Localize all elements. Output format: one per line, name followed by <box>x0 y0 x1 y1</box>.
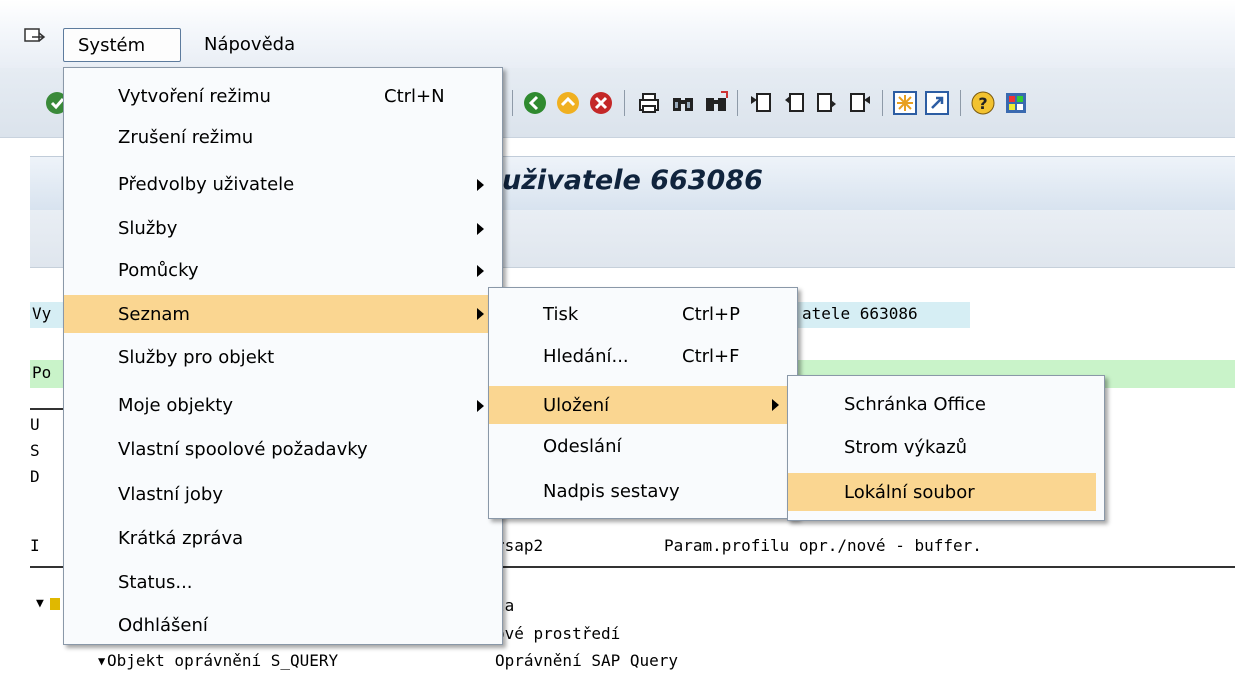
submenu-arrow-icon <box>772 399 779 411</box>
menu-item-label: Vlastní spoolové požadavky <box>118 439 368 460</box>
menu-item-own-jobs[interactable]: Vlastní joby <box>64 478 502 512</box>
menu-help-label: Nápověda <box>204 34 296 55</box>
menu-bar: Systém Nápověda <box>0 0 1235 68</box>
submenu-arrow-icon <box>477 400 484 412</box>
help-icon[interactable]: ? <box>970 90 996 116</box>
next-page-icon[interactable] <box>814 90 840 116</box>
report-green-left: Po <box>32 363 52 382</box>
find-icon[interactable] <box>670 90 696 116</box>
system-menu: Vytvoření režimu Ctrl+N Zrušení režimu P… <box>63 67 503 645</box>
shortcut-icon[interactable] <box>924 90 950 116</box>
menu-toggle-icon[interactable] <box>24 28 46 46</box>
back-icon[interactable] <box>522 90 548 116</box>
report-row-left: U <box>30 415 40 434</box>
menu-item-label: Krátká zpráva <box>118 528 244 549</box>
menu-item-label: Pomůcky <box>118 260 199 281</box>
menu-item-label: Odeslání <box>543 436 622 457</box>
menu-item-utilities[interactable]: Pomůcky <box>64 254 502 288</box>
menu-item-shortcut: Ctrl+F <box>682 346 740 367</box>
menu-item-shortcut: Ctrl+P <box>682 304 740 325</box>
menu-item-local-file[interactable]: Lokální soubor <box>788 473 1096 511</box>
report-row-left: I <box>30 536 40 555</box>
menu-item-status[interactable]: Status... <box>64 566 502 600</box>
tree-row3-left[interactable]: Objekt oprávnění S_QUERY <box>107 651 338 670</box>
exit-icon[interactable] <box>555 90 581 116</box>
menu-help[interactable]: Nápověda <box>190 28 309 62</box>
menu-item-list[interactable]: Seznam <box>64 295 502 333</box>
menu-item-services[interactable]: Služby <box>64 212 502 246</box>
menu-item-label: Uložení <box>543 395 610 416</box>
menu-item-own-objects[interactable]: Moje objekty <box>64 389 502 423</box>
svg-text:?: ? <box>978 94 987 113</box>
report-header-right: atele 663086 <box>802 304 918 323</box>
menu-item-label: Služby pro objekt <box>118 347 275 368</box>
menu-item-short-message[interactable]: Krátká zpráva <box>64 522 502 556</box>
menu-item-end-session[interactable]: Zrušení režimu <box>64 121 502 155</box>
menu-system[interactable]: Systém <box>63 28 181 62</box>
toolbar-separator <box>882 90 883 116</box>
find-next-icon[interactable] <box>703 90 729 116</box>
menu-item-user-profile[interactable]: Předvolby uživatele <box>64 168 502 202</box>
toolbar-separator <box>624 90 625 116</box>
expand-tree-icon[interactable]: ▼ <box>36 596 44 611</box>
screen-title: uživatele 663086 <box>502 165 763 196</box>
menu-item-label: Hledání... <box>543 346 629 367</box>
menu-item-create-session[interactable]: Vytvoření režimu Ctrl+N <box>64 80 502 114</box>
param-row-right: Param.profilu opr./nové - buffer. <box>664 536 982 555</box>
report-row-left: D <box>30 467 40 486</box>
menu-item-save[interactable]: Uložení <box>489 386 797 424</box>
menu-item-label: Služby <box>118 218 178 239</box>
first-page-icon[interactable] <box>748 90 774 116</box>
toolbar-separator <box>737 90 738 116</box>
menu-item-shortcut: Ctrl+N <box>384 86 445 107</box>
menu-system-label: Systém <box>78 35 146 56</box>
tree-row3-right: Oprávnění SAP Query <box>495 651 679 670</box>
menu-item-label: Vytvoření režimu <box>118 86 271 107</box>
menu-item-label: Nadpis sestavy <box>543 481 680 502</box>
menu-item-list-header[interactable]: Nadpis sestavy <box>489 475 797 509</box>
menu-item-label: Status... <box>118 572 193 593</box>
menu-item-label: Odhlášení <box>118 615 208 636</box>
list-submenu: Tisk Ctrl+P Hledání... Ctrl+F Uložení Od… <box>488 287 798 519</box>
menu-item-label: Lokální soubor <box>844 482 975 503</box>
previous-page-icon[interactable] <box>781 90 807 116</box>
customize-layout-icon[interactable] <box>1003 90 1029 116</box>
create-session-icon[interactable] <box>892 90 918 116</box>
submenu-arrow-icon <box>477 308 484 320</box>
menu-item-label: Tisk <box>543 304 579 325</box>
menu-item-label: Předvolby uživatele <box>118 174 295 195</box>
save-submenu: Schránka Office Strom výkazů Lokální sou… <box>787 375 1105 521</box>
menu-item-label: Moje objekty <box>118 395 233 416</box>
print-icon[interactable] <box>636 90 662 116</box>
cancel-icon[interactable] <box>588 90 614 116</box>
menu-item-print[interactable]: Tisk Ctrl+P <box>489 298 797 332</box>
menu-item-label: Vlastní joby <box>118 484 224 505</box>
tree-row2-right: ové prostředí <box>495 624 621 643</box>
toolbar-separator <box>960 90 961 116</box>
menu-item-log-off[interactable]: Odhlášení <box>64 609 502 643</box>
last-page-icon[interactable] <box>847 90 873 116</box>
menu-item-find[interactable]: Hledání... Ctrl+F <box>489 340 797 374</box>
toolbar-separator <box>512 90 513 116</box>
menu-item-services-for-object[interactable]: Služby pro objekt <box>64 341 502 375</box>
menu-item-report-tree[interactable]: Strom výkazů <box>788 431 1104 465</box>
menu-item-own-spool-requests[interactable]: Vlastní spoolové požadavky <box>64 433 502 467</box>
menu-item-label: Strom výkazů <box>844 437 968 458</box>
submenu-arrow-icon <box>477 179 484 191</box>
menu-item-label: Zrušení režimu <box>118 127 254 148</box>
folder-icon <box>50 598 60 610</box>
menu-item-office-clipboard[interactable]: Schránka Office <box>788 388 1104 422</box>
menu-item-label: Seznam <box>118 304 190 325</box>
menu-item-label: Schránka Office <box>844 394 986 415</box>
submenu-arrow-icon <box>477 265 484 277</box>
expand-node-icon[interactable]: ▼ <box>98 654 105 668</box>
report-header-left: Vy <box>32 304 52 323</box>
report-row-left: S <box>30 441 40 460</box>
menu-item-send[interactable]: Odeslání <box>489 430 797 464</box>
submenu-arrow-icon <box>477 223 484 235</box>
